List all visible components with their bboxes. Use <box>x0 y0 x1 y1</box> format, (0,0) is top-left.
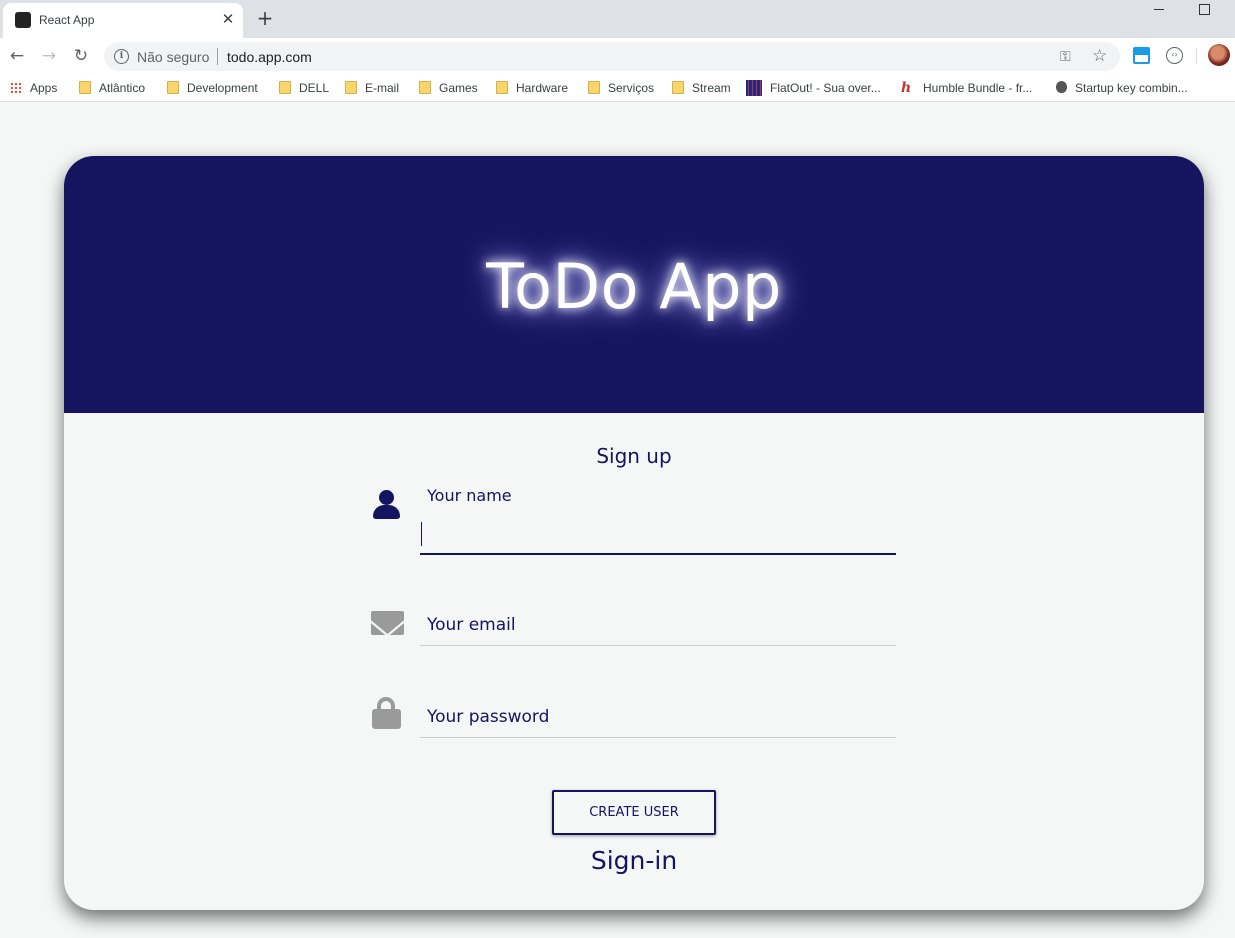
react-favicon-icon <box>15 12 31 28</box>
app-title: ToDo App <box>486 250 782 323</box>
bookmark-label: Atlântico <box>99 81 146 95</box>
close-tab-icon[interactable]: ✕ <box>219 10 237 28</box>
bookmark-label: DELL <box>299 81 330 95</box>
back-button[interactable]: ← <box>5 44 29 68</box>
bookmark-folder-atlantico[interactable]: Atlântico <box>79 80 145 96</box>
bookmark-label: Apps <box>30 81 58 95</box>
create-user-button[interactable]: CREATE USER <box>552 790 716 835</box>
password-input[interactable] <box>420 700 896 738</box>
folder-icon <box>345 81 357 94</box>
user-icon-head <box>379 490 394 505</box>
url-divider <box>217 48 218 65</box>
bookmark-label: E-mail <box>365 81 400 95</box>
bookmark-label: Serviços <box>608 81 655 95</box>
envelope-icon-body <box>371 611 404 635</box>
bookmark-folder-email[interactable]: E-mail <box>345 80 399 96</box>
email-input[interactable] <box>420 608 896 646</box>
forward-button[interactable]: → <box>37 44 61 68</box>
signup-card: ToDo App Sign up Your name Your email Yo… <box>64 156 1204 910</box>
folder-icon <box>496 81 508 94</box>
apple-icon <box>1056 81 1067 93</box>
folder-icon <box>79 81 91 94</box>
humble-icon: h <box>901 80 912 96</box>
bookmark-folder-servicos[interactable]: Serviços <box>588 80 654 96</box>
security-status[interactable]: Não seguro <box>137 49 209 65</box>
app-header: ToDo App <box>64 156 1204 413</box>
bookmark-folder-dell[interactable]: DELL <box>279 80 329 96</box>
bookmark-humble-bundle[interactable]: h Humble Bundle - fr... <box>901 80 1032 96</box>
folder-icon <box>588 81 600 94</box>
folder-icon <box>419 81 431 94</box>
bookmark-label: Humble Bundle - fr... <box>923 81 1033 95</box>
envelope-icon-flap <box>371 611 404 635</box>
bookmark-folder-development[interactable]: Development <box>167 80 258 96</box>
url-text[interactable]: todo.app.com <box>227 49 312 65</box>
reload-button[interactable]: ↻ <box>69 44 93 68</box>
bookmarks-bar: Apps Atlântico Development DELL E-mail G… <box>0 74 1235 102</box>
folder-icon <box>279 81 291 94</box>
bookmark-folder-hardware[interactable]: Hardware <box>496 80 568 96</box>
browser-toolbar: ← → ↻ i Não seguro todo.app.com ⚿ ☆ ‹› <box>0 38 1235 74</box>
new-tab-button[interactable]: + <box>254 7 276 29</box>
tab-title: React App <box>39 13 95 27</box>
key-icon[interactable]: ⚿ <box>1060 49 1071 65</box>
bookmark-label: Stream <box>692 81 731 95</box>
flatout-icon <box>746 80 762 96</box>
user-icon-body <box>373 505 400 519</box>
name-input[interactable] <box>420 517 896 555</box>
browser-tab-strip: React App ✕ + <box>0 0 1235 38</box>
apps-grid-icon <box>10 82 22 94</box>
name-label: Your name <box>427 486 512 505</box>
lock-icon-body <box>372 709 401 729</box>
bookmark-apps[interactable]: Apps <box>10 80 57 96</box>
bookmark-flatout[interactable]: FlatOut! - Sua over... <box>746 80 881 96</box>
bookmark-label: FlatOut! - Sua over... <box>770 81 881 95</box>
bookmark-folder-games[interactable]: Games <box>419 80 478 96</box>
folder-icon <box>167 81 179 94</box>
user-icon <box>370 487 404 521</box>
browser-tab[interactable]: React App ✕ <box>3 3 243 38</box>
info-icon[interactable]: i <box>114 49 129 64</box>
maximize-window-button[interactable] <box>1190 0 1218 20</box>
bookmark-label: Startup key combin... <box>1075 81 1188 95</box>
bookmark-label: Hardware <box>516 81 569 95</box>
envelope-icon <box>371 609 405 643</box>
bookmark-label: Games <box>439 81 478 95</box>
folder-icon <box>672 81 684 94</box>
bookmark-folder-stream[interactable]: Stream <box>672 80 731 96</box>
toolbar-divider <box>1196 48 1197 64</box>
bookmark-label: Development <box>187 81 258 95</box>
bookmark-star-icon[interactable]: ☆ <box>1092 46 1107 66</box>
address-bar[interactable]: i Não seguro todo.app.com ⚿ ☆ <box>104 42 1120 71</box>
bookmark-startup-keys[interactable]: Startup key combin... <box>1056 80 1188 96</box>
profile-avatar[interactable] <box>1208 44 1230 66</box>
text-caret <box>421 522 422 546</box>
extension-window-icon[interactable] <box>1133 47 1150 64</box>
signin-link-row: Sign-in <box>64 846 1204 875</box>
extension-dev-icon[interactable]: ‹› <box>1166 47 1183 64</box>
minimize-window-button[interactable] <box>1145 0 1173 20</box>
lock-icon <box>371 695 405 729</box>
form-heading: Sign up <box>596 444 672 468</box>
signin-link[interactable]: Sign-in <box>591 846 677 875</box>
